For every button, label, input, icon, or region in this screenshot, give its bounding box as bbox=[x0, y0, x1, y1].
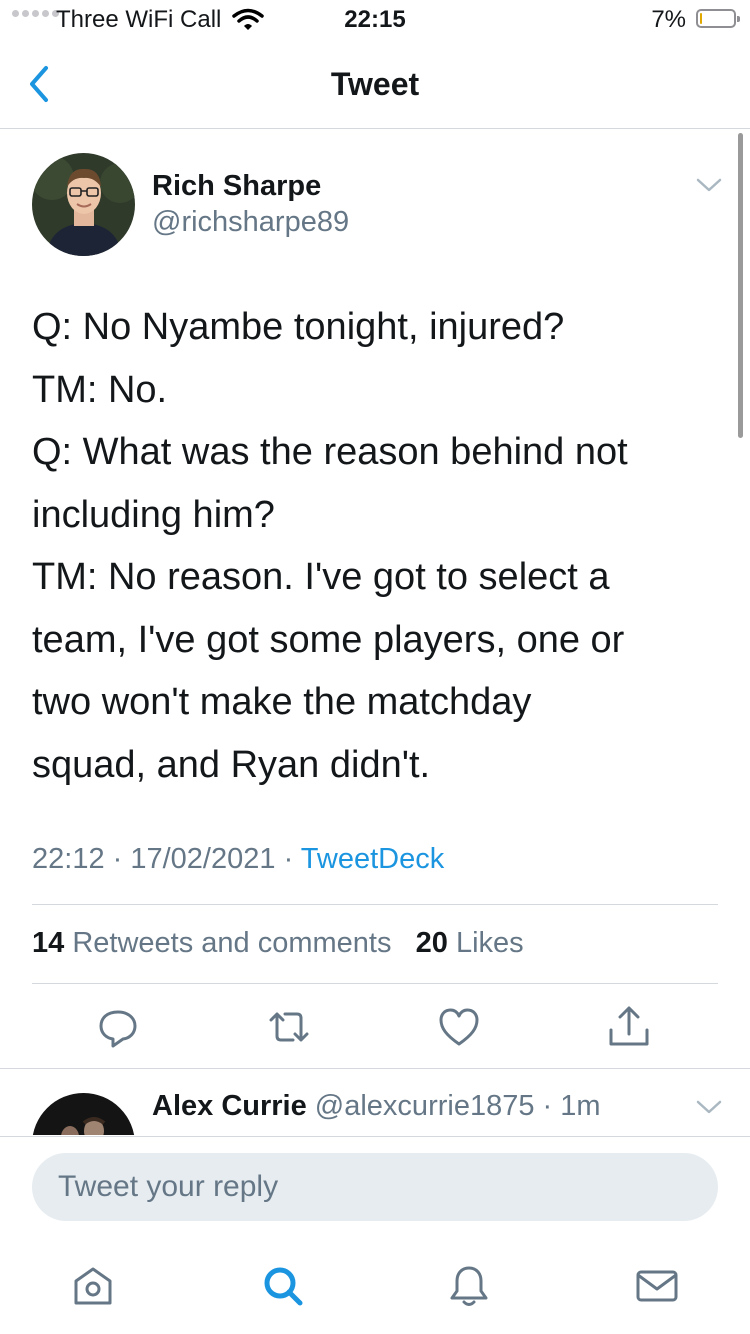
reply-author-name: Alex Currie bbox=[152, 1090, 307, 1122]
status-time: 22:15 bbox=[344, 6, 406, 33]
tweet-source-link[interactable]: TweetDeck bbox=[301, 843, 444, 875]
share-button[interactable] bbox=[604, 1002, 654, 1052]
tweet-text-line: squad, and Ryan didn't. bbox=[32, 743, 431, 786]
notifications-icon bbox=[450, 1266, 488, 1306]
author-name[interactable]: Rich Sharpe bbox=[152, 170, 321, 203]
retweets-label: Retweets and comments bbox=[72, 927, 392, 959]
tab-search[interactable] bbox=[258, 1261, 308, 1311]
reply-author-avatar[interactable] bbox=[32, 1093, 135, 1135]
retweet-button[interactable] bbox=[264, 1002, 314, 1052]
likes-count: 20 bbox=[415, 927, 448, 959]
status-bar: Three WiFi Call 22:15 7% bbox=[0, 0, 750, 40]
meta-separator: · bbox=[104, 843, 131, 875]
tweet-text-line: including him? bbox=[32, 493, 275, 536]
divider bbox=[32, 904, 718, 905]
section-divider bbox=[0, 1068, 750, 1069]
chevron-down-icon[interactable] bbox=[694, 1094, 724, 1120]
reply-author-handle: @alexcurrie1875 bbox=[314, 1090, 535, 1122]
retweets-count: 14 bbox=[32, 927, 65, 959]
heart-icon bbox=[439, 1008, 479, 1046]
reply-author[interactable]: Alex Currie @alexcurrie1875 · 1m bbox=[152, 1090, 601, 1123]
tab-home[interactable] bbox=[68, 1261, 118, 1311]
nav-bar: Tweet bbox=[0, 40, 750, 129]
tweet-text-line: TM: No. bbox=[32, 368, 168, 411]
tweet-text-line: Q: No Nyambe tonight, injured? bbox=[32, 306, 565, 348]
reply-composer bbox=[0, 1136, 750, 1237]
author-handle[interactable]: @richsharpe89 bbox=[152, 206, 349, 239]
retweets-link[interactable]: 14 Retweets and comments bbox=[32, 927, 391, 959]
tweet-text-line: two won't make the matchday bbox=[32, 681, 532, 723]
tweet-text-line: TM: No reason. I've got to select a bbox=[32, 556, 610, 598]
retweet-icon bbox=[269, 1012, 309, 1042]
tweet-date: 17/02/2021 bbox=[130, 843, 276, 875]
tab-messages[interactable] bbox=[632, 1261, 682, 1311]
tweet-text-line: team, I've got some players, one or bbox=[32, 618, 625, 661]
reply-time: · 1m bbox=[542, 1090, 601, 1122]
battery-percent: 7% bbox=[651, 6, 686, 33]
tweet-time: 22:12 bbox=[32, 843, 105, 875]
avatar-image bbox=[32, 153, 135, 256]
reply-icon bbox=[99, 1010, 137, 1048]
tweet-text: Q: No Nyambe tonight, injured? TM: No. Q… bbox=[32, 296, 722, 796]
likes-label: Likes bbox=[455, 927, 524, 959]
tweet-meta: 22:12 · 17/02/2021 · TweetDeck bbox=[32, 843, 444, 876]
tab-notifications[interactable] bbox=[444, 1261, 494, 1311]
meta-separator: · bbox=[275, 843, 301, 875]
author-avatar[interactable] bbox=[32, 153, 135, 256]
like-button[interactable] bbox=[434, 1002, 484, 1052]
engagement-counts: 14 Retweets and comments 20 Likes bbox=[32, 927, 524, 960]
scroll-indicator bbox=[738, 133, 743, 438]
reply-avatar-image bbox=[32, 1093, 135, 1135]
search-icon bbox=[264, 1267, 303, 1306]
share-icon bbox=[609, 1006, 649, 1046]
tab-bar bbox=[0, 1236, 750, 1334]
reply-button[interactable] bbox=[93, 1002, 143, 1052]
divider bbox=[32, 983, 718, 984]
likes-link[interactable]: 20 Likes bbox=[416, 927, 524, 959]
tweet-actions bbox=[0, 1002, 750, 1052]
home-icon bbox=[74, 1267, 112, 1305]
battery-icon bbox=[696, 9, 740, 28]
reply-input[interactable] bbox=[32, 1153, 718, 1221]
messages-icon bbox=[636, 1270, 678, 1302]
page-title: Tweet bbox=[330, 66, 420, 102]
chevron-down-icon[interactable] bbox=[694, 172, 724, 198]
tweet-text-line: Q: What was the reason behind not bbox=[32, 431, 628, 473]
